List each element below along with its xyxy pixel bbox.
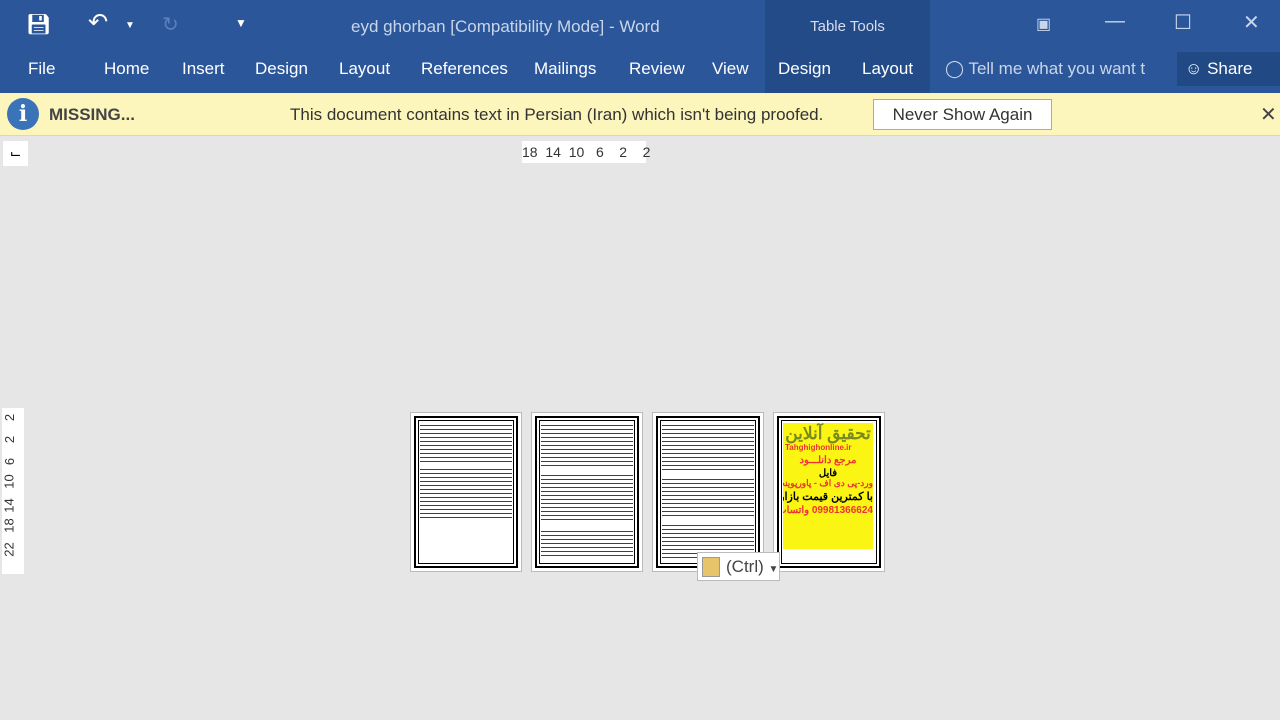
tab-selector[interactable]: ⌙ xyxy=(3,141,28,166)
maximize-icon[interactable]: ☐ xyxy=(1174,10,1192,35)
message-text: This document contains text in Persian (… xyxy=(290,105,824,124)
tell-me-input[interactable]: ◯ Tell me what you want t xyxy=(945,59,1145,79)
ribbon-display-icon[interactable]: ▣ xyxy=(1036,14,1051,34)
redo-icon[interactable]: ↻ xyxy=(162,12,179,37)
tab-review[interactable]: Review xyxy=(629,59,685,79)
window-title: eyd ghorban [Compatibility Mode] - Word xyxy=(351,17,660,36)
close-message-icon[interactable]: ✕ xyxy=(1260,102,1277,127)
clipboard-icon xyxy=(702,557,720,577)
title-bar: 💾︎ ↶ ▼ ↻ ▼ eyd ghorban [Compatibility Mo… xyxy=(0,0,1280,50)
tab-design[interactable]: Design xyxy=(255,59,308,79)
undo-icon[interactable]: ↶ xyxy=(88,8,108,37)
minimize-icon[interactable]: — xyxy=(1105,10,1125,33)
tab-insert[interactable]: Insert xyxy=(182,59,225,79)
paste-options-button[interactable]: (Ctrl) ▼ xyxy=(697,552,780,581)
tab-references[interactable]: References xyxy=(421,59,508,79)
share-button[interactable]: ☺ Share xyxy=(1177,52,1280,86)
person-icon: ☺ xyxy=(1185,59,1203,78)
tab-table-design[interactable]: Design xyxy=(778,59,831,79)
never-show-again-button[interactable]: Never Show Again xyxy=(873,99,1052,130)
tab-file[interactable]: File xyxy=(28,59,55,79)
tab-home[interactable]: Home xyxy=(104,59,149,79)
ribbon-tabs: File Home Insert Design Layout Reference… xyxy=(0,50,1280,93)
vertical-ruler[interactable]: 2 2 6 10 14 18 22 xyxy=(2,408,24,574)
page-thumbnail[interactable] xyxy=(652,412,764,572)
message-label: MISSING... xyxy=(49,105,135,124)
lightbulb-icon: ◯ xyxy=(945,59,965,78)
customize-icon[interactable]: ▼ xyxy=(235,16,247,30)
chevron-down-icon: ▼ xyxy=(768,564,779,575)
page-thumbnail[interactable] xyxy=(410,412,522,572)
table-tools-label: Table Tools xyxy=(765,0,930,50)
page-thumbnail[interactable]: تحقیق آنلاین Tahghighonline.ir مرجع دانل… xyxy=(773,412,885,572)
tab-table-layout[interactable]: Layout xyxy=(862,59,913,79)
tab-view[interactable]: View xyxy=(712,59,749,79)
page-thumbnail[interactable] xyxy=(531,412,643,572)
message-bar: i MISSING... This document contains text… xyxy=(0,93,1280,136)
undo-dropdown-icon[interactable]: ▼ xyxy=(125,20,135,31)
close-icon[interactable]: ✕ xyxy=(1243,10,1260,35)
tab-layout[interactable]: Layout xyxy=(339,59,390,79)
save-icon[interactable]: 💾︎ xyxy=(26,12,51,37)
horizontal-ruler[interactable]: 18 14 10 6 2 2 xyxy=(522,141,650,163)
tab-mailings[interactable]: Mailings xyxy=(534,59,596,79)
info-icon: i xyxy=(7,98,39,130)
advertisement-image: تحقیق آنلاین Tahghighonline.ir مرجع دانل… xyxy=(783,423,873,549)
